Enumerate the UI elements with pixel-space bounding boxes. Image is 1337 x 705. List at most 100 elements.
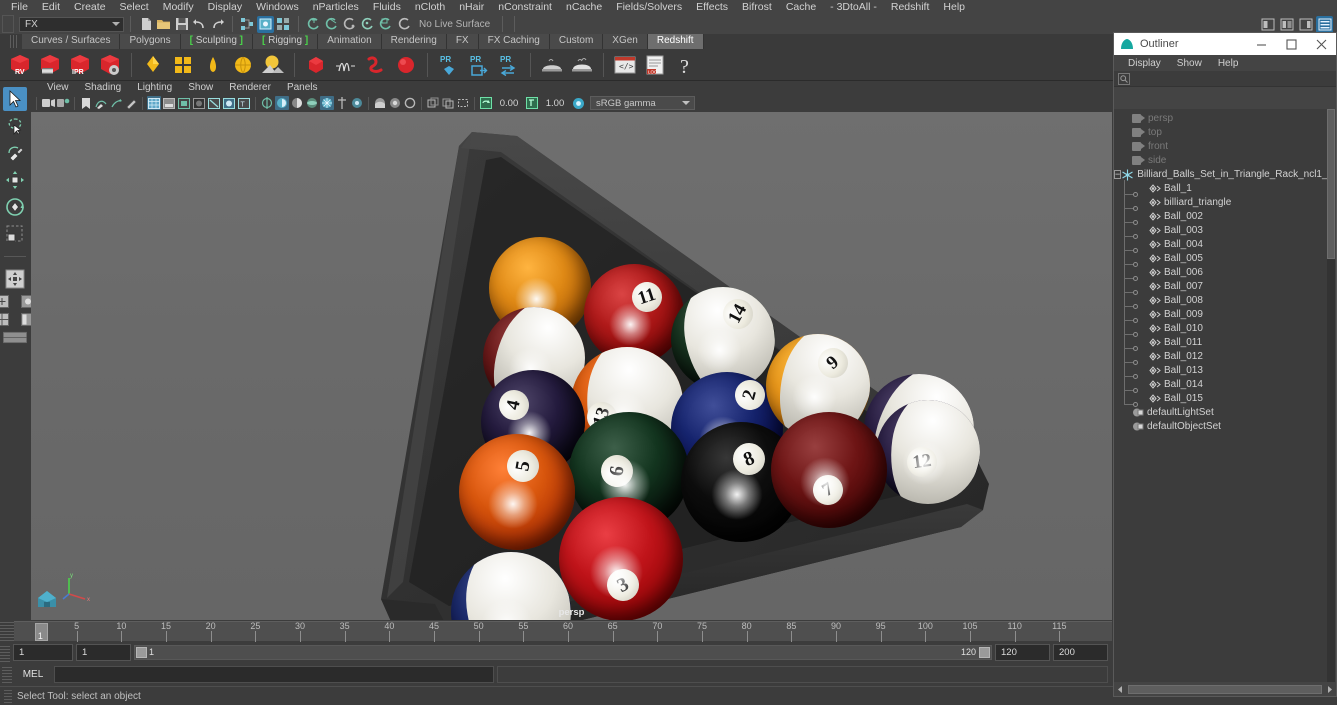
shelf-tab-redshift[interactable]: Redshift [647,34,704,49]
animation-start-time-field[interactable]: 1 [13,644,73,661]
command-line-grip[interactable] [2,665,12,683]
outliner-item-ball-010[interactable]: Ball_010 [1114,320,1327,337]
shelf-grip[interactable] [10,35,18,48]
xray-active-components-icon[interactable] [305,96,319,110]
snap-to-grid-icon[interactable] [305,16,322,33]
menu-item-cache[interactable]: Cache [779,0,823,14]
range-start-handle[interactable] [136,647,147,658]
select-object-icon[interactable] [257,15,274,33]
outliner-item-defaultobjectset[interactable]: defaultObjectSet [1114,419,1327,433]
scroll-left-icon[interactable] [1114,683,1127,696]
viewport-menu-renderer[interactable]: Renderer [221,81,279,94]
redo-icon[interactable] [209,16,226,33]
menu-item-fluids[interactable]: Fluids [366,0,408,14]
channel-box-toggle-icon[interactable] [1297,16,1314,33]
help-line-grip[interactable] [4,689,12,703]
menu-item-effects[interactable]: Effects [689,0,735,14]
tool-settings-toggle-icon[interactable] [1278,16,1295,33]
menu-set-selector[interactable]: FX [19,16,124,32]
hardware-texturing-icon[interactable] [373,96,387,110]
gamma-toggle-icon[interactable] [335,96,349,110]
outliner-toggle-icon[interactable] [1316,15,1333,33]
scale-tool[interactable] [3,222,27,246]
outliner-item-ball-011[interactable]: Ball_011 [1114,334,1327,351]
move-tool[interactable] [3,168,27,192]
layout-four-pane-icon[interactable] [0,312,14,327]
outliner-title-bar[interactable]: Outliner [1114,33,1336,55]
expand-collapse-icon[interactable]: − [1114,169,1122,179]
select-tool[interactable] [3,87,27,111]
command-input[interactable] [54,665,494,683]
outliner-search-bar[interactable] [1114,71,1336,87]
outliner-item-ball-012[interactable]: Ball_012 [1114,348,1327,365]
redshift-hair-icon[interactable] [332,51,360,79]
exposure-value[interactable]: 0.00 [494,98,524,109]
outliner-item-ball-006[interactable]: Ball_006 [1114,264,1327,281]
shelf-tab-fx-caching[interactable]: FX Caching [478,34,550,49]
outliner-item-ball-009[interactable]: Ball_009 [1114,306,1327,323]
redshift-help-icon[interactable]: ? [671,51,699,79]
viewport-menu-view[interactable]: View [39,81,77,94]
shelf-tab-polygons[interactable]: Polygons [120,34,181,49]
camera-attributes-icon[interactable] [56,96,70,110]
menu-item-fields-solvers[interactable]: Fields/Solvers [609,0,689,14]
snap-to-curve-icon[interactable] [323,16,340,33]
select-component-icon[interactable] [275,16,292,33]
billiard-ball[interactable]: 7 [771,412,887,528]
billiard-ball[interactable]: 3 [559,497,683,620]
isolate-select-icon[interactable] [260,96,274,110]
attribute-editor-toggle-icon[interactable] [1259,16,1276,33]
undo-icon[interactable] [191,16,208,33]
redshift-ipr-icon[interactable]: IPR [66,51,94,79]
shelf-tab-sculpting[interactable]: [ Sculpting ] [180,34,254,49]
outliner-item-ball-008[interactable]: Ball_008 [1114,292,1327,309]
smooth-shade-selected-icon[interactable] [177,96,191,110]
hardware-fog-icon[interactable] [388,96,402,110]
outliner-item-top[interactable]: top [1114,125,1327,139]
maximize-icon[interactable] [1276,33,1306,55]
redshift-script-icon[interactable]: </> [611,51,639,79]
two-dimensional-pan-zoom-icon[interactable] [109,96,123,110]
menu-item-modify[interactable]: Modify [156,0,201,14]
billiard-ball[interactable]: 12 [876,400,980,504]
use-all-lights-icon[interactable] [192,96,206,110]
viewcube-home-icon[interactable] [35,586,59,610]
search-icon[interactable] [1118,72,1130,85]
minimize-icon[interactable] [1246,33,1276,55]
time-slider[interactable]: 1 5 10 15 20 25 30 35 40 45 50 55 60 65 70 75 80 85 90 95 1… [0,621,1112,642]
wireframe-shading-icon[interactable] [147,96,161,110]
menu-item-nconstraint[interactable]: nConstraint [491,0,559,14]
menu-item-create[interactable]: Create [67,0,113,14]
status-line-grip[interactable] [2,15,14,33]
timeline-track[interactable]: 1 5 10 15 20 25 30 35 40 45 50 55 60 65 70 75 80 85 90 95 1… [14,621,1112,642]
viewport-menu-shading[interactable]: Shading [77,81,130,94]
select-camera-icon[interactable] [41,96,55,110]
outliner-item-front[interactable]: front [1114,139,1327,153]
animation-end-time-field[interactable]: 200 [1053,644,1108,661]
outliner-item-persp[interactable]: persp [1114,111,1327,125]
last-tool[interactable] [3,267,27,291]
menu-item-select[interactable]: Select [113,0,156,14]
gamma-value[interactable]: 1.00 [540,98,570,109]
menu-item-bifrost[interactable]: Bifrost [735,0,779,14]
viewport-3d-scene[interactable]: 111413294126875310 persp y x [31,112,1112,620]
current-time-indicator[interactable]: 1 [34,623,48,641]
shadows-icon[interactable] [207,96,221,110]
redshift-pr-transfer-icon[interactable]: PR [495,51,523,79]
billiard-ball[interactable]: 5 [459,434,575,550]
select-hierarchy-icon[interactable] [239,16,256,33]
new-scene-icon[interactable] [137,16,154,33]
redshift-log-icon[interactable]: LOG [641,51,669,79]
menu-item-ncache[interactable]: nCache [559,0,609,14]
menu-item-redshift[interactable]: Redshift [884,0,937,14]
exposure-reset-icon[interactable] [479,96,493,110]
outliner-menu-help[interactable]: Help [1210,58,1247,69]
outliner-tree[interactable]: persp top front side − Billiard_Balls_Set_in_… [1114,109,1327,682]
redshift-material-icon[interactable] [139,51,167,79]
menu-item-nhair[interactable]: nHair [452,0,491,14]
snap-to-point-icon[interactable] [341,16,358,33]
make-live-icon[interactable] [395,16,412,33]
multisample-icon[interactable] [441,96,455,110]
scroll-right-icon[interactable] [1323,683,1336,696]
outliner-item-ball-004[interactable]: Ball_004 [1114,236,1327,253]
